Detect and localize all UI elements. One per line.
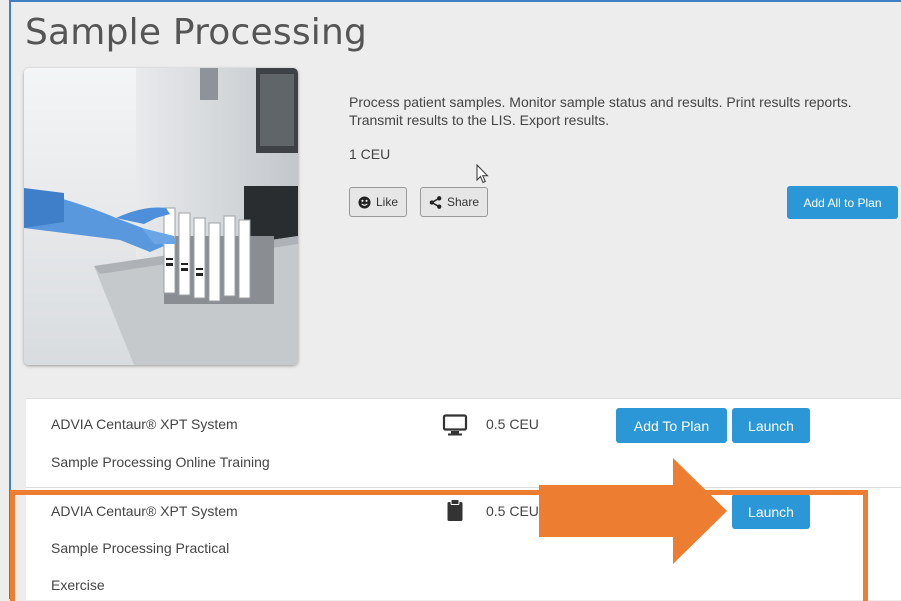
course-ceu: 1 CEU [349,146,391,162]
share-label: Share [447,195,480,209]
row-divider [26,487,901,488]
launch-button-online-training[interactable]: Launch [732,408,810,443]
monitor-icon [442,414,468,436]
module-1-name: Sample Processing Online Training [51,454,270,470]
like-label: Like [376,195,399,209]
share-button[interactable]: Share [420,187,489,217]
frame-top-border [9,0,901,2]
mouse-cursor-icon [476,164,489,184]
add-all-to-plan-button[interactable]: Add All to Plan [787,186,898,219]
module-1-system: ADVIA Centaur® XPT System [51,416,238,432]
page-title: Sample Processing [25,12,368,53]
course-image-card[interactable]: 3 3 [24,68,298,365]
smile-icon [358,195,371,209]
sample-analyzer-image [24,68,298,365]
add-to-plan-button[interactable]: Add To Plan [616,408,727,443]
share-icon [429,195,442,209]
like-button[interactable]: Like [349,187,408,217]
module-1-ceu: 0.5 CEU [486,416,539,432]
arrow-right-icon [539,458,727,564]
course-description: Process patient samples. Monitor sample … [349,94,852,128]
highlight-box [10,490,868,601]
